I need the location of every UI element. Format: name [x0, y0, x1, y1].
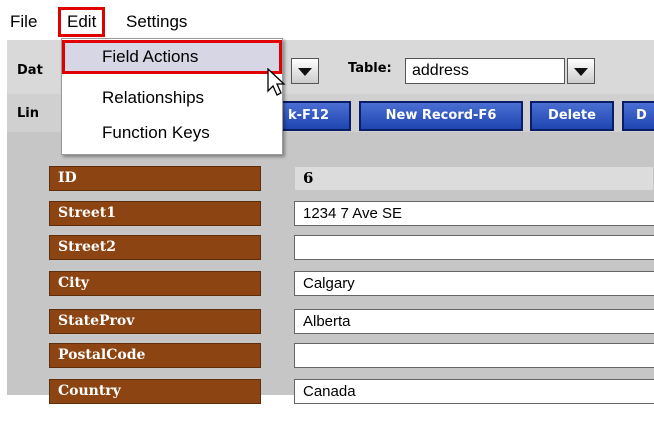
link-button[interactable]: k-F12	[278, 101, 351, 131]
toolbar-button-d[interactable]: D	[622, 101, 654, 131]
stateprov-input[interactable]: Alberta	[294, 309, 654, 334]
field-label-postalcode: PostalCode	[49, 343, 261, 368]
menu-edit[interactable]: Edit	[58, 7, 106, 37]
delete-button[interactable]: Delete	[530, 101, 614, 131]
postalcode-input[interactable]	[294, 343, 654, 368]
mouse-pointer-icon	[267, 68, 286, 96]
field-label-street2: Street2	[49, 235, 261, 260]
menu-item-relationships[interactable]: Relationships	[62, 81, 282, 115]
menu-settings[interactable]: Settings	[126, 7, 187, 37]
menu-item-function-keys[interactable]: Function Keys	[62, 116, 282, 150]
street2-input[interactable]	[294, 235, 654, 260]
menu-file[interactable]: File	[10, 7, 37, 37]
table-label: Table:	[348, 61, 392, 76]
table-select[interactable]: address	[405, 58, 565, 84]
edit-menu-dropdown: Field Actions Relationships Function Key…	[61, 38, 283, 155]
database-dropdown-button[interactable]	[291, 58, 319, 84]
field-label-id: ID	[49, 166, 261, 191]
database-label: Dat	[17, 63, 43, 78]
field-value-id: 6	[294, 166, 654, 191]
field-label-street1: Street1	[49, 201, 261, 226]
table-dropdown-button[interactable]	[567, 58, 595, 84]
field-label-city: City	[49, 271, 261, 296]
city-input[interactable]: Calgary	[294, 271, 654, 296]
menubar: File Edit Settings	[0, 0, 654, 40]
link-label: Lin	[17, 106, 39, 121]
field-label-stateprov: StateProv	[49, 309, 261, 334]
country-input[interactable]: Canada	[294, 379, 654, 404]
field-label-country: Country	[49, 379, 261, 404]
street1-input[interactable]: 1234 7 Ave SE	[294, 201, 654, 226]
menu-item-field-actions[interactable]: Field Actions	[62, 40, 282, 74]
new-record-button[interactable]: New Record-F6	[359, 101, 523, 131]
